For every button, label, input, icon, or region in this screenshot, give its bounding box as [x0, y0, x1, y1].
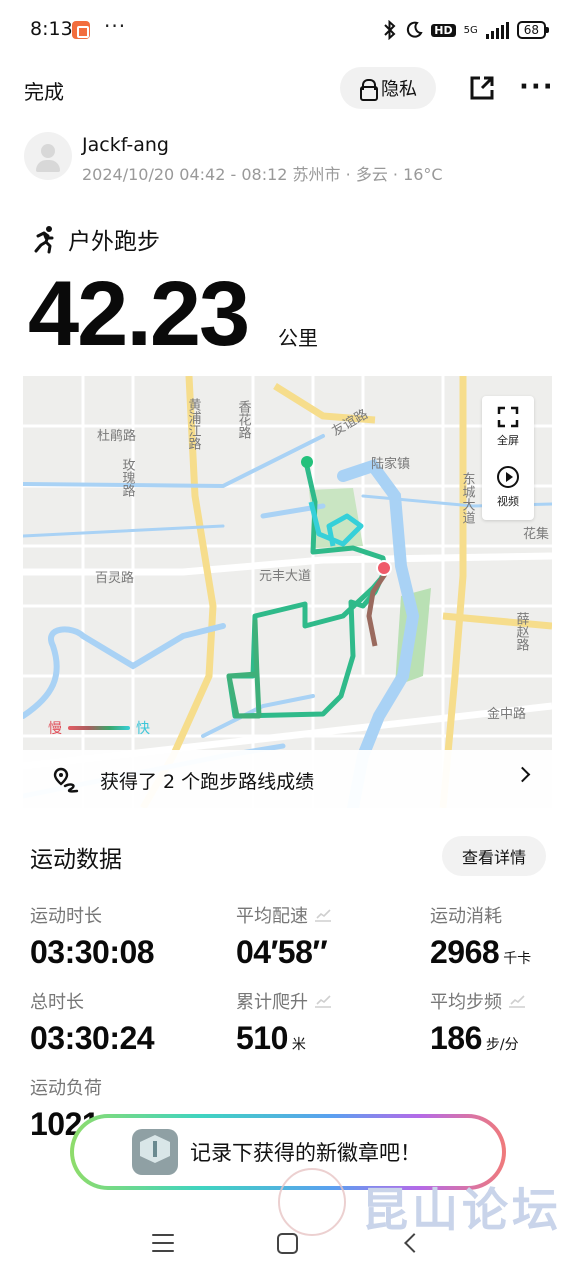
map-label: 友谊路 — [329, 406, 371, 439]
signal-icon — [485, 21, 509, 39]
trend-chart-icon — [315, 995, 331, 1008]
app-notification-icon — [72, 21, 90, 39]
map-label: 元丰大道 — [259, 569, 311, 584]
legend-slow-label: 慢 — [48, 721, 62, 737]
map-controls: 全屏 视频 — [482, 396, 534, 520]
stat-value: 510 米 — [236, 1020, 306, 1056]
status-icons: HD 5G 68 — [383, 18, 550, 42]
share-icon[interactable] — [468, 74, 496, 102]
avatar[interactable] — [24, 132, 72, 180]
stat-value: 04′58″ — [236, 934, 328, 970]
lock-icon — [359, 79, 378, 101]
map-label: 花集 — [523, 526, 549, 542]
map-label: 杜鹃路 — [97, 428, 136, 444]
map-label: 百灵路 — [95, 570, 134, 586]
status-bar: 8:13 ··· HD 5G 68 — [0, 0, 576, 60]
stat-cadence[interactable]: 平均步频 186 步/分 — [430, 988, 526, 1057]
top-bar: 完成 隐私 ··· — [0, 60, 576, 120]
pace-legend: 慢 快 — [48, 718, 150, 738]
stat-label: 运动时长 — [30, 906, 102, 927]
stat-label: 累计爬升 — [236, 992, 308, 1013]
stat-unit: 千卡 — [503, 951, 532, 967]
map-label: 薛赵路 — [514, 612, 530, 651]
route-map[interactable]: 杜鹃路 百灵路 陆家镇 元丰大道 花集 金中路 友谊路 玫瑰路 黄浦江路 香花路… — [23, 376, 552, 808]
trend-chart-icon — [509, 995, 525, 1008]
video-label: 视频 — [497, 495, 519, 508]
status-time: 8:13 — [30, 18, 73, 40]
map-label: 金中路 — [487, 706, 526, 722]
network-type: 5G — [463, 24, 478, 36]
map-label: 香花路 — [236, 400, 252, 439]
trend-chart-icon — [315, 909, 331, 922]
more-options-icon[interactable]: ··· — [519, 72, 555, 102]
stat-label: 平均配速 — [236, 906, 308, 927]
start-marker — [301, 456, 313, 468]
hd-icon: HD — [431, 23, 456, 37]
fullscreen-button[interactable]: 全屏 — [482, 398, 534, 456]
username: Jackf-ang — [82, 134, 169, 156]
running-icon — [34, 226, 54, 254]
map-label: 陆家镇 — [371, 456, 410, 472]
stat-unit: 步/分 — [485, 1037, 519, 1053]
play-icon — [497, 466, 519, 488]
stat-unit: 米 — [291, 1037, 306, 1053]
route-icon — [53, 767, 79, 793]
system-nav-bar — [0, 1210, 576, 1280]
chevron-right-icon — [514, 766, 531, 783]
map-label: 黄浦江路 — [186, 398, 202, 450]
privacy-button[interactable]: 隐私 — [340, 67, 436, 109]
activity-type-label: 户外跑步 — [68, 229, 160, 255]
privacy-label: 隐私 — [381, 79, 417, 100]
view-details-button[interactable]: 查看详情 — [442, 836, 546, 876]
achievement-text: 获得了 2 个跑步路线成绩 — [100, 771, 315, 793]
distance-value: 42.23 — [28, 263, 250, 365]
route-line — [366, 572, 388, 647]
stat-total-time: 总时长 03:30:24 — [30, 988, 155, 1057]
stat-avg-pace[interactable]: 平均配速 04′58″ — [236, 902, 332, 971]
stat-value: 03:30:08 — [30, 934, 155, 970]
map-label: 东城大道 — [460, 472, 476, 524]
more-notifications-icon: ··· — [104, 14, 127, 38]
toast-text: 记录下获得的新徽章吧！ — [190, 1141, 421, 1165]
fullscreen-icon — [497, 406, 519, 428]
stat-calories: 运动消耗 2968 千卡 — [430, 902, 531, 971]
battery-icon: 68 — [516, 21, 550, 39]
back-icon[interactable] — [404, 1233, 424, 1253]
map-label: 玫瑰路 — [120, 458, 136, 497]
activity-type: 户外跑步 — [30, 222, 160, 256]
stat-elevation-gain[interactable]: 累计爬升 510 米 — [236, 988, 332, 1057]
stat-label: 总时长 — [30, 992, 84, 1013]
done-button[interactable]: 完成 — [24, 76, 64, 105]
stat-label: 运动负荷 — [30, 1078, 102, 1099]
section-title: 运动数据 — [30, 847, 122, 873]
bluetooth-icon — [384, 20, 396, 40]
fullscreen-label: 全屏 — [497, 434, 519, 447]
route-achievement-banner[interactable]: 获得了 2 个跑步路线成绩 — [23, 750, 552, 808]
stat-duration: 运动时长 03:30:08 — [30, 902, 155, 971]
do-not-disturb-moon-icon — [407, 21, 423, 38]
stat-value: 186 步/分 — [430, 1020, 519, 1056]
badge-icon — [132, 1129, 178, 1175]
distance-unit: 公里 — [278, 326, 318, 350]
stat-value: 03:30:24 — [30, 1020, 155, 1056]
legend-fast-label: 快 — [136, 721, 150, 737]
map-canvas[interactable]: 杜鹃路 百灵路 陆家镇 元丰大道 花集 金中路 友谊路 玫瑰路 黄浦江路 香花路… — [23, 376, 552, 808]
home-icon[interactable] — [277, 1233, 298, 1254]
video-button[interactable]: 视频 — [482, 458, 534, 516]
stat-label: 平均步频 — [430, 992, 502, 1013]
end-marker — [376, 560, 392, 576]
stat-value: 2968 千卡 — [430, 934, 532, 970]
stat-label: 运动消耗 — [430, 906, 502, 927]
activity-meta: 2024/10/20 04:42 - 08:12 苏州市 · 多云 · 16°C — [82, 165, 443, 184]
pace-gradient-bar — [68, 726, 130, 730]
recent-apps-icon[interactable] — [152, 1234, 174, 1252]
